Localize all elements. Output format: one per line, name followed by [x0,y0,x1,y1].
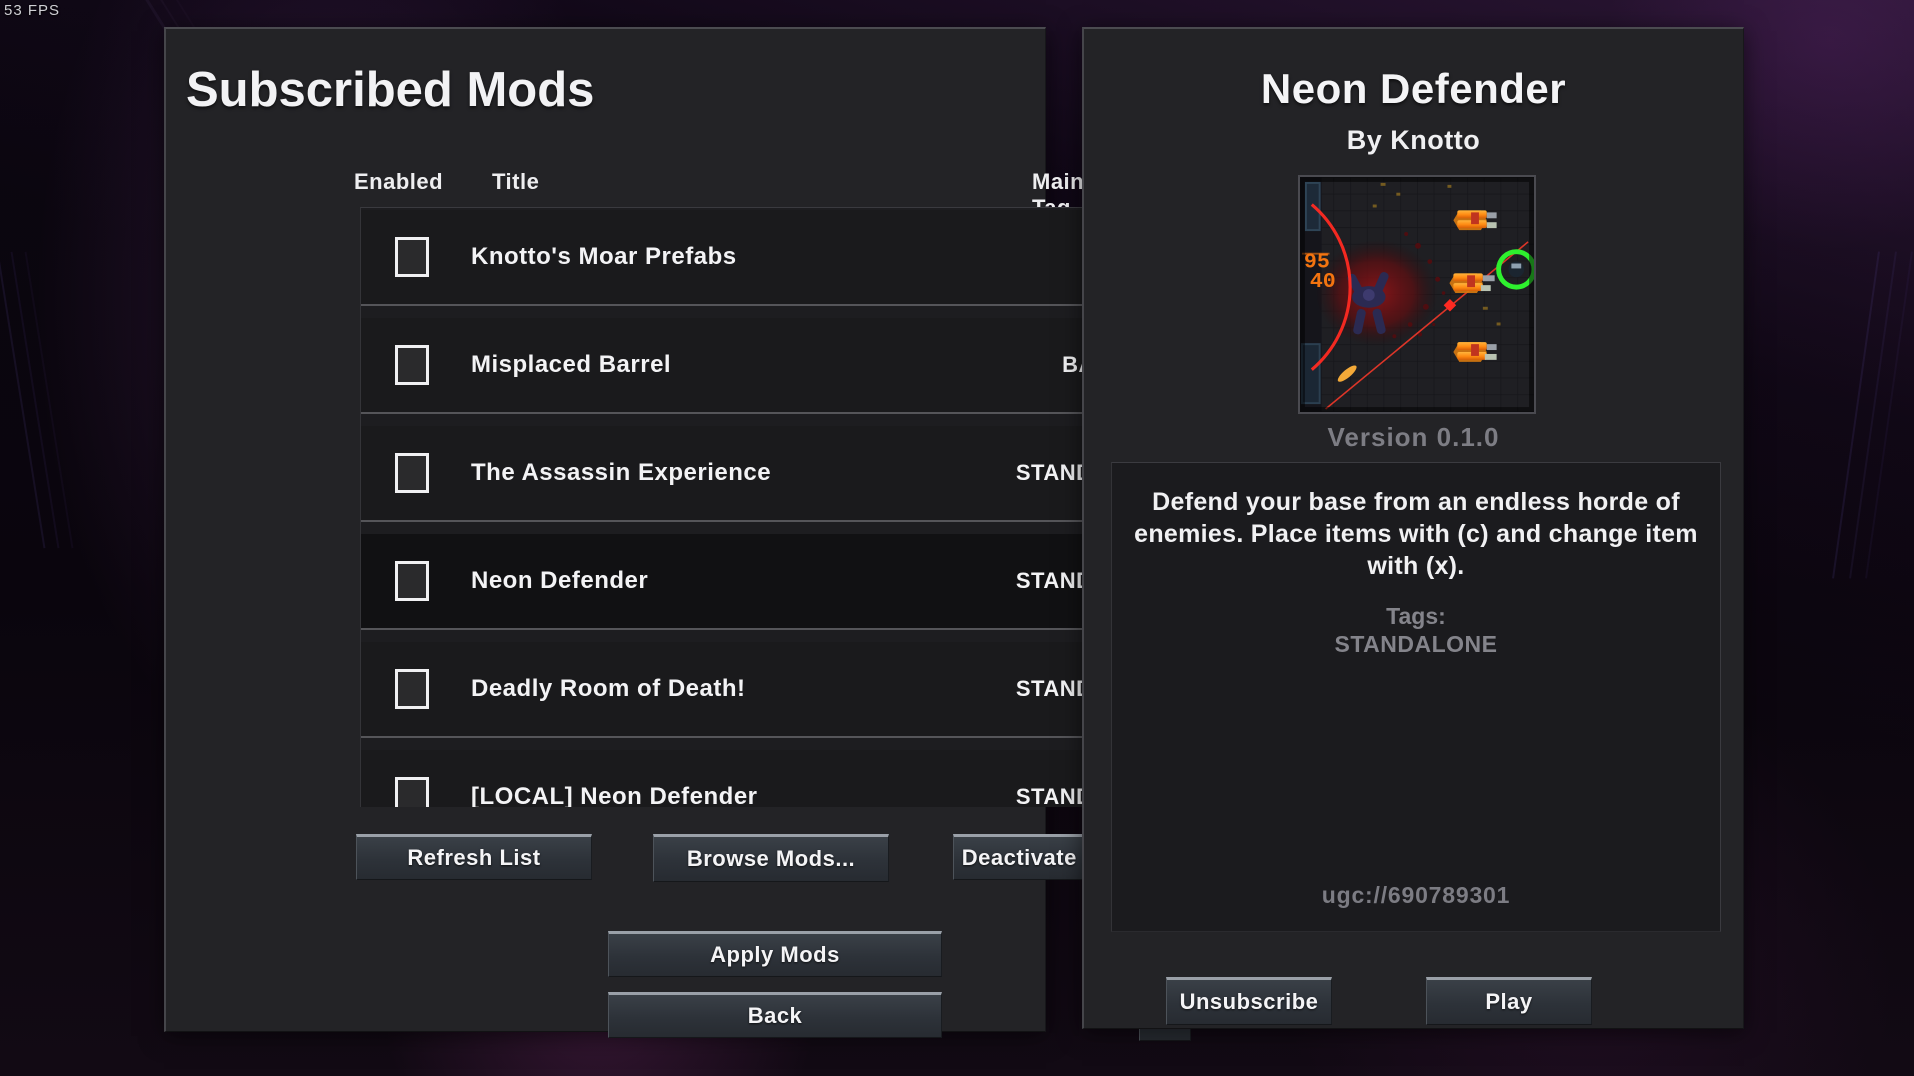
unsubscribe-button[interactable]: Unsubscribe [1166,977,1332,1025]
neon-defender-preview-image: 95 40 [1300,177,1534,412]
mod-list-row[interactable]: Neon DefenderSTANDALONE [361,534,1200,630]
mod-name: Neon Defender [1260,65,1567,112]
tags-label: Tags: [1386,603,1446,629]
mod-thumbnail: 95 40 [1298,175,1536,414]
mod-list-row[interactable]: Misplaced BarrelBARRELS [361,318,1200,414]
refresh-list-button[interactable]: Refresh List [356,834,592,880]
mod-list-row[interactable]: The Assassin ExperienceSTANDALONE [361,426,1200,522]
page-title: Subscribed Mods [186,63,595,117]
mod-detail-panel: Neon Defender By Knotto 95 40 Version 0.… [1082,27,1744,1029]
tags-value: STANDALONE [1334,631,1498,657]
mod-row-title: The Assassin Experience [471,459,772,486]
mod-row-title: Misplaced Barrel [471,351,672,378]
mod-row-title: Deadly Room of Death! [471,675,746,702]
mod-description-box: Defend your base from an endless horde o… [1111,462,1721,932]
mod-list-row[interactable]: [LOCAL] Neon DefenderSTANDALONE [361,750,1200,807]
mod-enabled-checkbox[interactable] [395,345,429,385]
mod-row-title: Neon Defender [471,567,649,594]
mod-description: Defend your base from an endless horde o… [1134,488,1698,580]
mod-author: By Knotto [1346,125,1481,155]
subscribed-mods-panel: Subscribed Mods Enabled Title Main Tag K… [164,27,1200,1041]
mod-enabled-checkbox[interactable] [395,237,429,277]
play-button[interactable]: Play [1426,977,1592,1025]
svg-text:40: 40 [1310,270,1336,294]
mod-enabled-checkbox[interactable] [395,669,429,709]
mod-enabled-checkbox[interactable] [395,777,429,807]
browse-mods-button[interactable]: Browse Mods... [653,834,889,882]
ugc-id: ugc://690789301 [1321,882,1511,908]
mod-row-title: [LOCAL] Neon Defender [471,783,758,807]
back-button[interactable]: Back [608,992,942,1038]
mod-enabled-checkbox[interactable] [395,561,429,601]
mod-version: Version 0.1.0 [1327,422,1500,452]
mod-row-title: Knotto's Moar Prefabs [471,243,737,270]
mod-enabled-checkbox[interactable] [395,453,429,493]
mod-list-row[interactable]: Knotto's Moar Prefabs- [361,210,1200,306]
fps-counter: 53 FPS [4,2,61,19]
mod-list[interactable]: Knotto's Moar Prefabs- Misplaced BarrelBA… [360,207,1200,807]
mod-list-row[interactable]: Deadly Room of Death!STANDALONE [361,642,1200,738]
column-header-enabled: Enabled [354,169,444,194]
column-header-title: Title [492,169,540,194]
apply-mods-button[interactable]: Apply Mods [608,931,942,977]
